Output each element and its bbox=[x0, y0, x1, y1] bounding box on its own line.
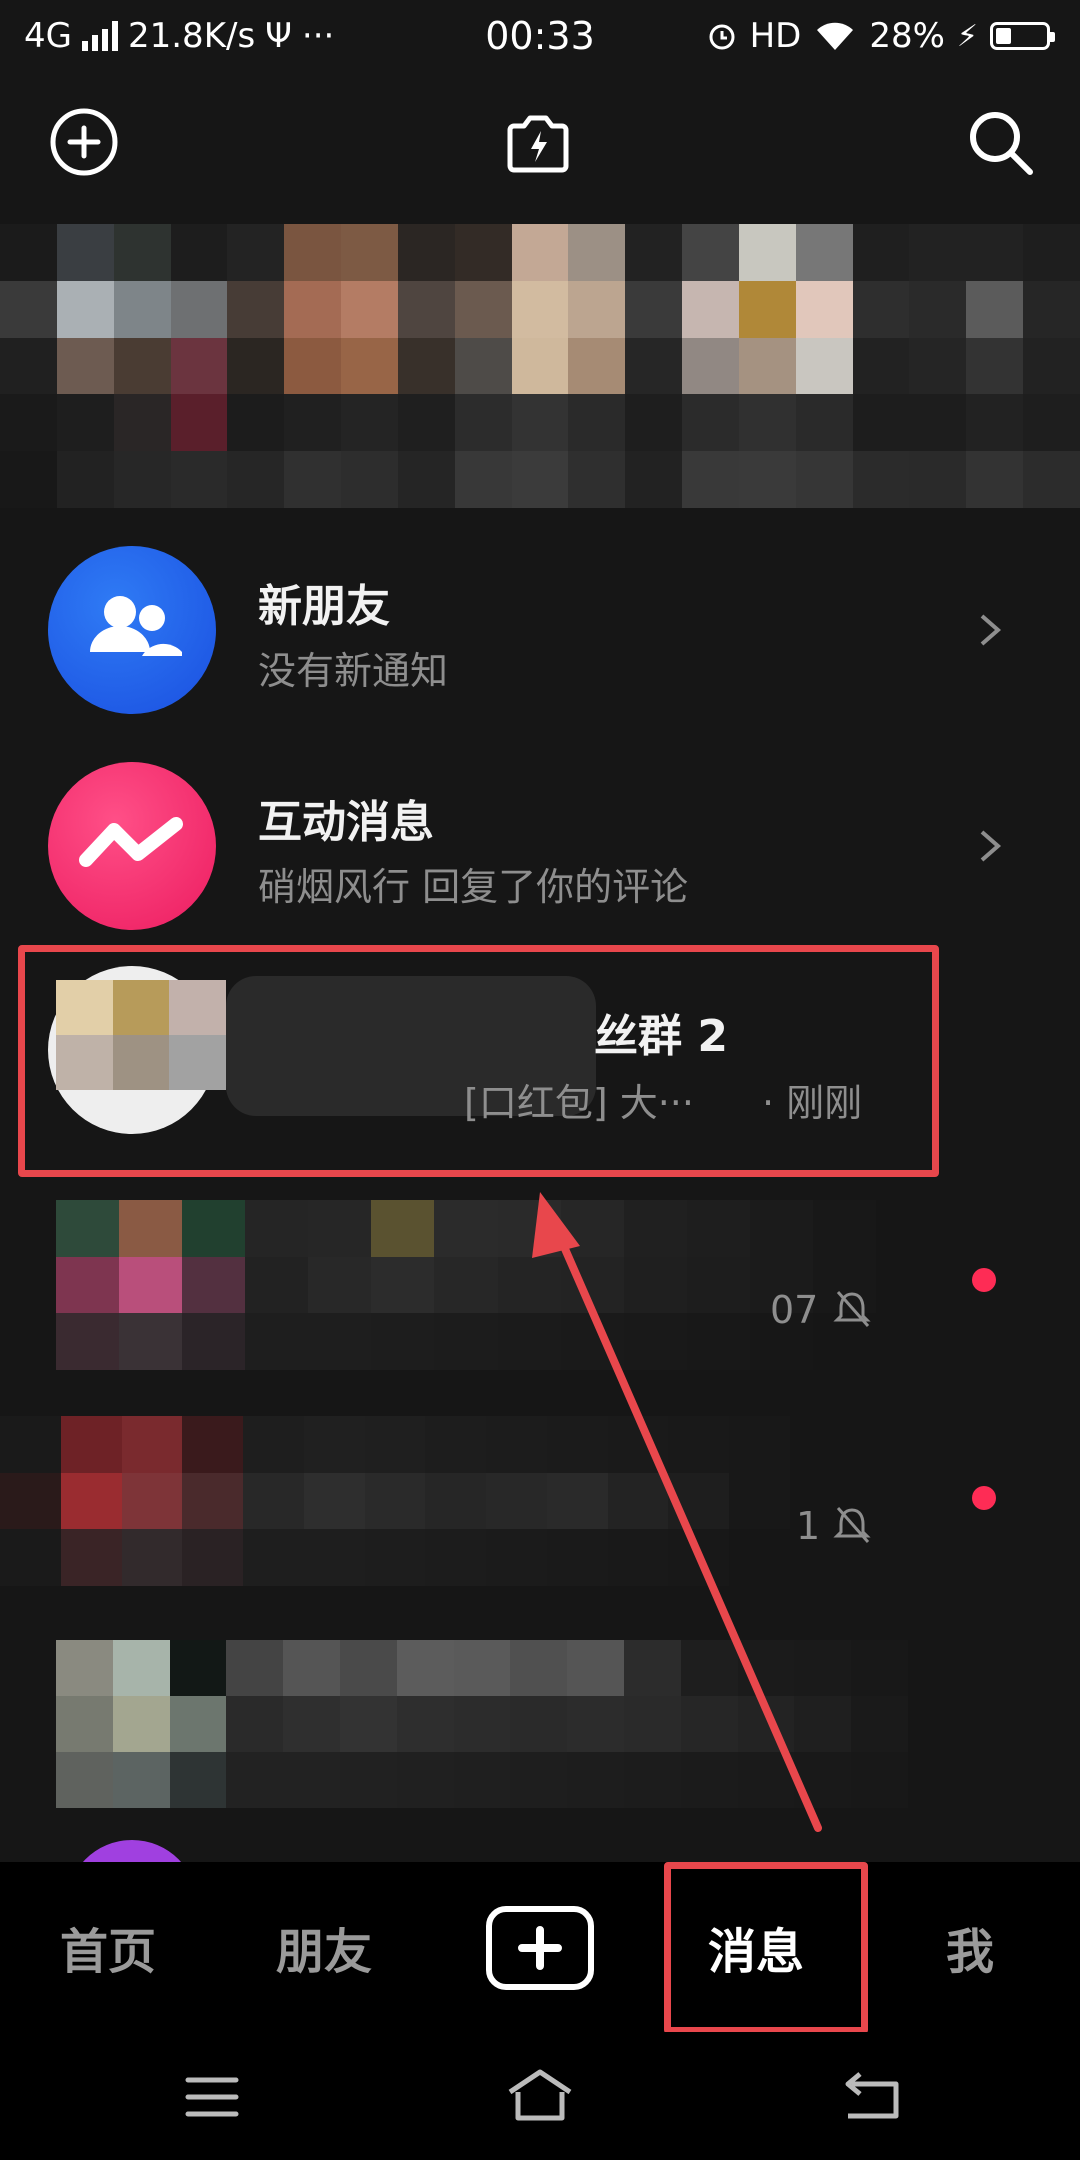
menu-icon[interactable] bbox=[182, 2072, 242, 2122]
bottom-nav: 首页 朋友 消息 我 bbox=[0, 1862, 1080, 2034]
system-navigation-bar bbox=[0, 2032, 1080, 2160]
tab-me[interactable]: 我 bbox=[900, 1912, 1040, 1982]
tab-home[interactable]: 首页 bbox=[38, 1912, 178, 1982]
highlight-box bbox=[18, 945, 939, 1177]
home-icon[interactable] bbox=[504, 2066, 576, 2126]
messages-tab-highlight bbox=[664, 1862, 868, 2034]
plus-icon bbox=[518, 1926, 562, 1970]
create-button[interactable] bbox=[486, 1906, 594, 1990]
back-icon[interactable] bbox=[838, 2070, 906, 2124]
tab-friends[interactable]: 朋友 bbox=[254, 1912, 394, 1982]
